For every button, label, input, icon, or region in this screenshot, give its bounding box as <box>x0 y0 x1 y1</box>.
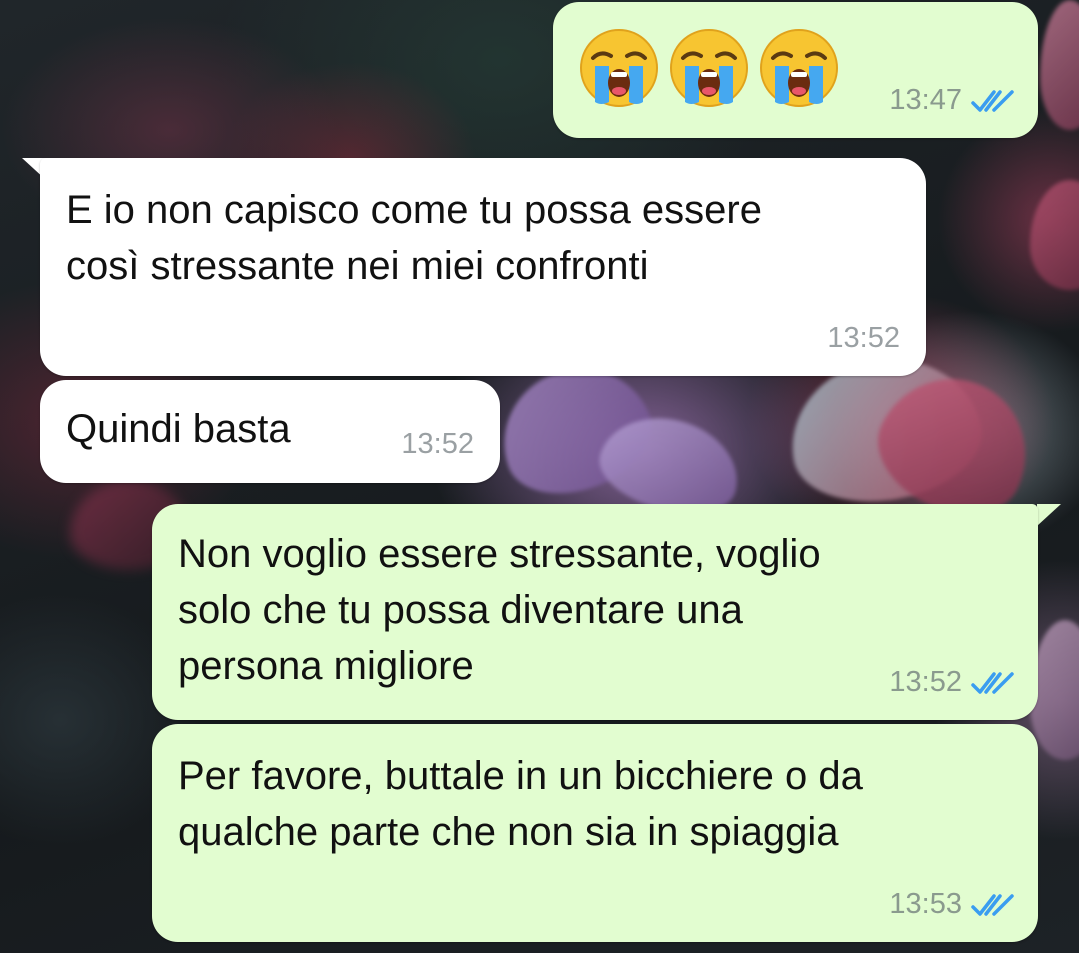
message-meta: 13:52 <box>827 322 900 355</box>
message-meta: 13:47 <box>889 84 1016 117</box>
message-time: 13:52 <box>401 428 474 460</box>
message-time: 13:52 <box>889 666 962 698</box>
message-text: E io non capisco come tu possa essere co… <box>66 188 762 288</box>
emoji-row <box>579 28 839 108</box>
flower-petal <box>1030 180 1079 290</box>
double-check-read-icon <box>971 671 1014 694</box>
incoming-message-bubble[interactable]: E io non capisco come tu possa essere co… <box>40 158 926 376</box>
loudly-crying-face-emoji <box>670 29 748 107</box>
outgoing-message-bubble[interactable]: Per favore, buttale in un bicchiere o da… <box>152 724 1038 942</box>
message-text: Per favore, buttale in un bicchiere o da… <box>178 754 863 854</box>
outgoing-message-bubble[interactable]: 13:47 <box>553 2 1038 138</box>
message-text: Quindi basta <box>66 407 291 451</box>
message-time: 13:52 <box>827 322 900 354</box>
message-meta: 13:52 <box>401 428 474 461</box>
loudly-crying-face-emoji <box>760 29 838 107</box>
message-meta: 13:52 <box>889 666 1016 699</box>
message-text: Non voglio essere stressante, voglio sol… <box>178 532 821 688</box>
outgoing-message-bubble[interactable]: Non voglio essere stressante, voglio sol… <box>152 504 1038 720</box>
incoming-message-bubble[interactable]: Quindi basta 13:52 <box>40 380 500 483</box>
message-time: 13:53 <box>889 888 962 920</box>
message-time: 13:47 <box>889 84 962 116</box>
outgoing-bubble-tail <box>1037 504 1061 526</box>
flower-petal <box>1040 0 1079 130</box>
double-check-read-icon <box>971 89 1014 112</box>
double-check-read-icon <box>971 893 1014 916</box>
loudly-crying-face-emoji <box>580 29 658 107</box>
message-meta: 13:53 <box>889 888 1016 921</box>
